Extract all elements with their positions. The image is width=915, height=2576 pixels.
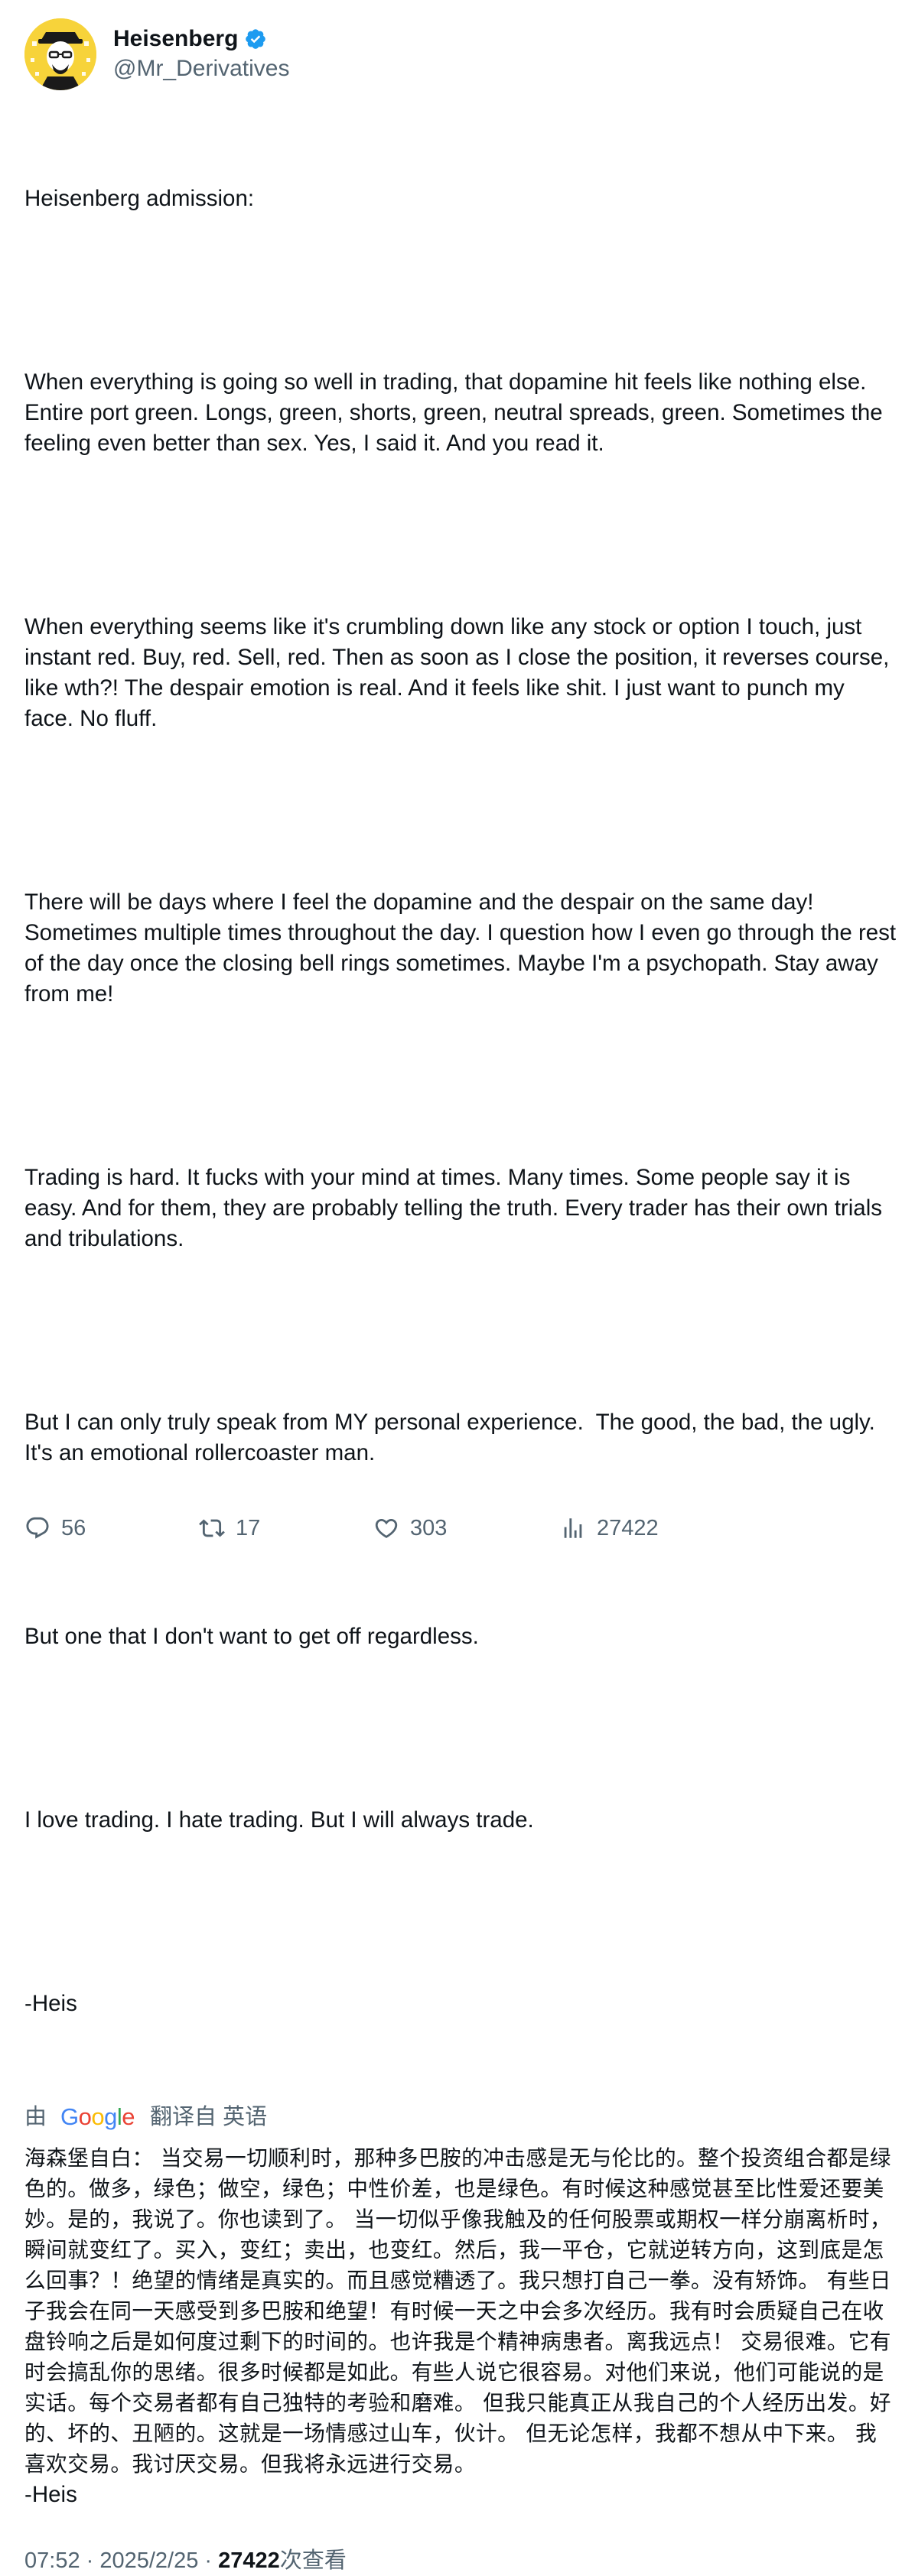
tweet: Heisenberg @Mr_Derivatives Heisenberg ad… bbox=[24, 17, 897, 2576]
tweet-date[interactable]: 2025/2/25 bbox=[99, 2548, 198, 2573]
views-count: 27422 bbox=[218, 2548, 280, 2573]
reply-icon bbox=[26, 1517, 49, 1539]
meta-separator: · bbox=[198, 2548, 219, 2573]
meta-separator: · bbox=[80, 2548, 100, 2573]
google-logo-icon: Google bbox=[60, 2103, 135, 2130]
retweet-button[interactable]: 17 bbox=[199, 1515, 260, 1541]
views-button[interactable]: 27422 bbox=[560, 1515, 659, 1541]
analytics-bar-icon bbox=[564, 1518, 582, 1538]
user-handle[interactable]: @Mr_Derivatives bbox=[113, 54, 290, 84]
reply-button[interactable]: 56 bbox=[24, 1515, 86, 1541]
like-button[interactable]: 303 bbox=[373, 1515, 447, 1541]
translated-text: 海森堡自白： 当交易一切顺利时，那种多巴胺的冲击感是无与伦比的。整个投资组合都是… bbox=[24, 2145, 892, 2477]
translated-by-label: 由 bbox=[24, 2105, 47, 2129]
tweet-paragraph: When everything seems like it's crumblin… bbox=[24, 614, 896, 731]
tweet-paragraph: When everything is going so well in trad… bbox=[24, 369, 889, 456]
tweet-paragraph: Heisenberg admission: bbox=[24, 186, 255, 211]
tweet-paragraph: I love trading. I hate trading. But I wi… bbox=[24, 1807, 534, 1833]
verified-badge-icon bbox=[244, 28, 267, 50]
heart-icon bbox=[375, 1518, 398, 1538]
retweet-count: 17 bbox=[236, 1515, 261, 1540]
views-action-count: 27422 bbox=[597, 1515, 659, 1540]
tweet-paragraph: There will be days where I feel the dopa… bbox=[24, 890, 903, 1007]
tweet-header: Heisenberg @Mr_Derivatives bbox=[24, 17, 897, 92]
tweet-meta: 07:52 · 2025/2/25 · 27422次查看 bbox=[24, 2545, 897, 2576]
display-name[interactable]: Heisenberg bbox=[113, 24, 238, 54]
retweet-icon bbox=[199, 1519, 225, 1537]
tweet-actions: 56 17 303 27422 bbox=[24, 1511, 897, 1545]
tweet-paragraph: But I can only truly speak from MY perso… bbox=[24, 1410, 882, 1465]
tweet-paragraph: Trading is hard. It fucks with your mind… bbox=[24, 1165, 889, 1251]
tweet-paragraph: -Heis bbox=[24, 1991, 77, 2016]
tweet-time[interactable]: 07:52 bbox=[24, 2548, 80, 2573]
tweet-text: Heisenberg admission: When everything is… bbox=[24, 122, 897, 2080]
like-count: 303 bbox=[410, 1515, 448, 1540]
translated-from-label: 翻译自 英语 bbox=[150, 2105, 268, 2129]
avatar[interactable] bbox=[24, 18, 96, 90]
heisenberg-avatar-icon bbox=[24, 18, 96, 90]
translation-attribution[interactable]: 由 Google 翻译自 英语 bbox=[24, 2100, 897, 2134]
reply-count: 56 bbox=[61, 1515, 86, 1540]
author-names: Heisenberg @Mr_Derivatives bbox=[113, 24, 290, 84]
views-label: 次查看 bbox=[279, 2548, 347, 2573]
translated-signature: -Heis bbox=[24, 2482, 77, 2507]
tweet-paragraph: But one that I don't want to get off reg… bbox=[24, 1624, 479, 1649]
